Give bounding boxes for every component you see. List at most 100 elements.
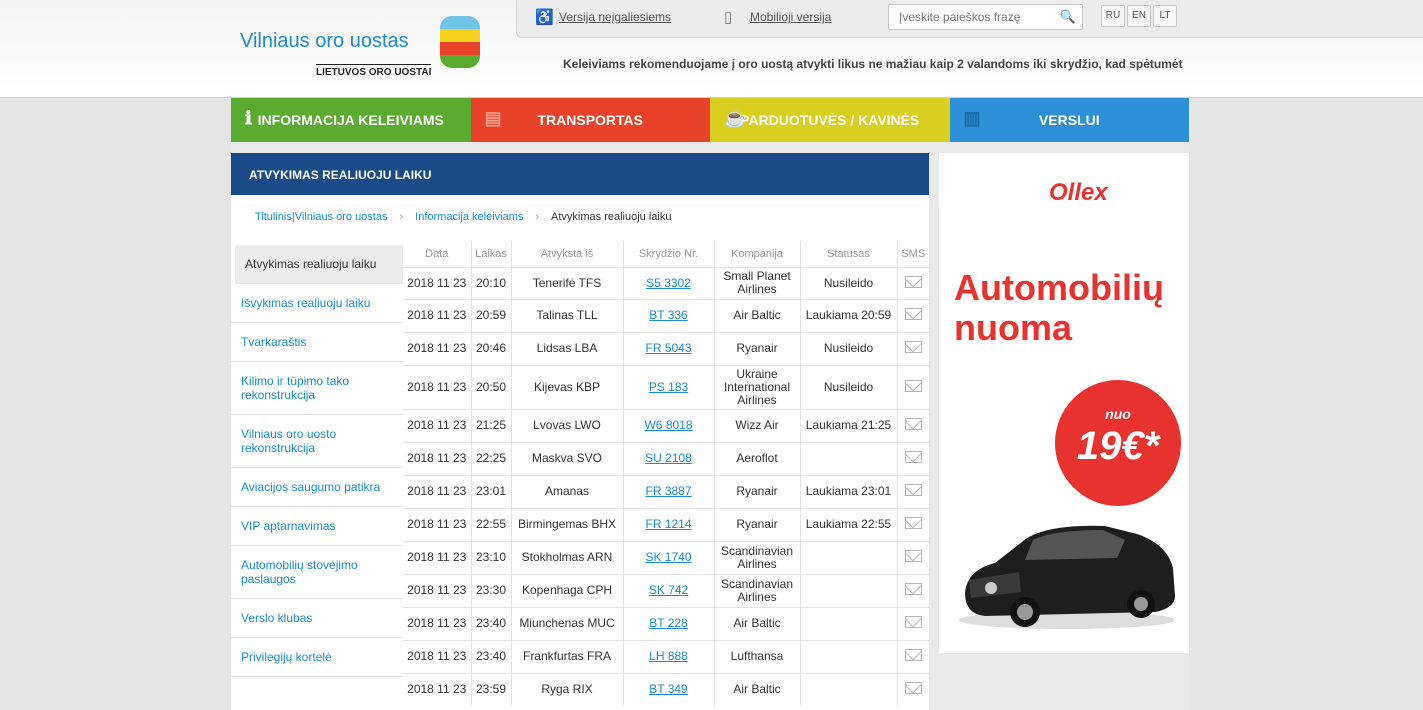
cell-sms <box>897 639 929 673</box>
cell-sms <box>897 507 929 541</box>
nav-shops-cafes[interactable]: ☕ PARDUOTUVĖS / KAVINĖS <box>710 98 950 142</box>
envelope-icon[interactable] <box>904 484 922 496</box>
table-row: 2018 11 23 23:30 Kopenhaga CPH SK 742 Scandi… <box>403 573 929 607</box>
cell-origin: Lidsas LBA <box>511 331 624 365</box>
cell-status: Nusileido <box>800 364 898 409</box>
cell-date: 2018 11 23 <box>403 474 472 508</box>
cell-sms <box>897 441 929 475</box>
site-logo[interactable]: Vilniaus oro uostas LIETUVOS ORO UOSTAI <box>240 16 485 82</box>
table-row: 2018 11 23 23:10 Stokholmas ARN SK 1740 Scan… <box>403 540 929 574</box>
sidebar-item-business-club[interactable]: Verslo klubas <box>231 599 403 638</box>
sidebar-item-arrivals[interactable]: Atvykimas realiuoju laiku <box>235 245 403 284</box>
cell-status: Laukiama 21:25 <box>800 408 898 442</box>
cell-origin: Talinas TLL <box>511 298 624 332</box>
accessible-version-link[interactable]: Versija neįgaliesiems <box>559 10 671 24</box>
table-row: 2018 11 23 20:46 Lidsas LBA FR 5043 Ryanair N… <box>403 331 929 365</box>
envelope-icon[interactable] <box>904 649 922 661</box>
flight-number-link[interactable]: FR 1214 <box>645 517 691 531</box>
cell-airline: Wizz Air <box>714 408 801 442</box>
cell-airline: Aeroflot <box>714 441 801 475</box>
language-ru[interactable]: RU <box>1101 5 1125 27</box>
envelope-icon[interactable] <box>904 275 922 288</box>
chevron-right-icon: › <box>399 211 404 223</box>
flight-number-link[interactable]: BT 349 <box>649 682 687 696</box>
nav-transport[interactable]: ▤ TRANSPORTAS <box>470 98 710 142</box>
column-header-date: Data <box>403 241 472 267</box>
sidebar-item-parking[interactable]: Automobilių stovėjimo paslaugos <box>231 546 403 599</box>
nav-passenger-info[interactable]: ℹ INFORMACIJA KELEIVIAMS <box>231 98 471 142</box>
cell-origin: Amanas <box>511 474 624 508</box>
cell-date: 2018 11 23 <box>403 331 472 365</box>
cell-airline: Ryanair <box>714 331 801 365</box>
cell-date: 2018 11 23 <box>403 639 472 673</box>
envelope-icon[interactable] <box>904 616 922 628</box>
breadcrumb-home[interactable]: Titulinis|Vilniaus oro uostas <box>255 211 387 223</box>
envelope-icon[interactable] <box>904 308 922 320</box>
column-header-airline: Kompanija <box>714 241 801 267</box>
envelope-icon[interactable] <box>904 379 922 392</box>
logo-mark-icon <box>440 16 480 68</box>
cell-origin: Ryga RIX <box>511 672 624 706</box>
flight-number-link[interactable]: BT 228 <box>649 616 687 630</box>
language-lt[interactable]: LT <box>1153 5 1177 27</box>
flight-number-link[interactable]: LH 888 <box>649 649 688 663</box>
flight-number-link[interactable]: W6 8018 <box>644 418 692 432</box>
info-icon: ℹ <box>245 108 252 128</box>
flight-number-link[interactable]: SK 742 <box>649 583 688 597</box>
cell-status <box>800 606 898 640</box>
cell-status: Nusileido <box>800 266 898 299</box>
cell-status: Nusileido <box>800 331 898 365</box>
language-en[interactable]: EN <box>1127 5 1151 27</box>
nav-label: TRANSPORTAS <box>537 112 644 128</box>
sidebar-item-security-check[interactable]: Aviacijos saugumo patikra <box>231 468 403 507</box>
cell-sms <box>897 408 929 442</box>
sidebar-item-timetable[interactable]: Tvarkaraštis <box>231 323 403 362</box>
sidebar-item-vip[interactable]: VIP aptarnavimas <box>231 507 403 546</box>
sidebar-item-privilege-card[interactable]: Privilegijų kortelė <box>231 638 403 677</box>
search-icon[interactable]: 🔍 <box>1060 9 1076 25</box>
cell-flight: FR 1214 <box>623 507 715 541</box>
cell-time: 20:50 <box>471 364 512 409</box>
nav-business[interactable]: ▥ VERSLUI <box>949 98 1189 142</box>
cell-date: 2018 11 23 <box>403 266 472 299</box>
sidebar-item-runway-reconstruction[interactable]: Kilimo ir tūpimo tako rekonstrukcija <box>231 362 403 415</box>
ad-brand-logo: Ollex <box>1049 179 1108 206</box>
car-rental-ad[interactable]: Ollex Automobilių nuoma nuo 19€* <box>939 153 1189 653</box>
bar-chart-icon: ▥ <box>963 108 981 128</box>
cell-flight: BT 228 <box>623 606 715 640</box>
flight-number-link[interactable]: S5 3302 <box>646 276 691 290</box>
cell-time: 20:46 <box>471 331 512 365</box>
envelope-icon[interactable] <box>904 418 922 430</box>
sidebar-item-airport-reconstruction[interactable]: Vilniaus oro uosto rekonstrukcija <box>231 415 403 468</box>
flight-number-link[interactable]: SU 2108 <box>645 451 692 465</box>
envelope-icon[interactable] <box>904 341 922 353</box>
flight-number-link[interactable]: FR 5043 <box>645 341 691 355</box>
envelope-icon[interactable] <box>904 451 922 463</box>
envelope-icon[interactable] <box>904 583 922 595</box>
cell-date: 2018 11 23 <box>403 507 472 541</box>
cell-time: 23:40 <box>471 606 512 640</box>
column-header-status: Statusas <box>800 241 898 267</box>
envelope-icon[interactable] <box>904 517 922 529</box>
cell-airline: Ukraine International Airlines <box>714 364 801 409</box>
flight-number-link[interactable]: FR 3887 <box>645 484 691 498</box>
cell-sms <box>897 266 929 299</box>
flight-number-link[interactable]: PS 183 <box>649 380 688 394</box>
cell-sms <box>897 298 929 332</box>
envelope-icon[interactable] <box>904 550 922 562</box>
ad-title: Automobilių nuoma <box>954 267 1164 348</box>
sidebar-item-departures[interactable]: Išvykimas realiuoju laiku <box>231 284 403 323</box>
mobile-version-link[interactable]: Mobilioji versija <box>750 10 831 24</box>
cell-status: Laukiama 22:55 <box>800 507 898 541</box>
flight-number-link[interactable]: SK 1740 <box>645 550 691 564</box>
envelope-icon[interactable] <box>904 682 922 695</box>
main-navigation: ℹ INFORMACIJA KELEIVIAMS ▤ TRANSPORTAS ☕… <box>231 98 1189 142</box>
cell-time: 21:25 <box>471 408 512 442</box>
search-input[interactable] <box>889 5 1049 29</box>
cell-status <box>800 540 898 574</box>
flight-number-link[interactable]: BT 336 <box>649 308 687 322</box>
cell-time: 20:59 <box>471 298 512 332</box>
cell-flight: LH 888 <box>623 639 715 673</box>
cell-sms <box>897 606 929 640</box>
breadcrumb-passenger-info[interactable]: Informacija keleiviams <box>415 211 523 223</box>
